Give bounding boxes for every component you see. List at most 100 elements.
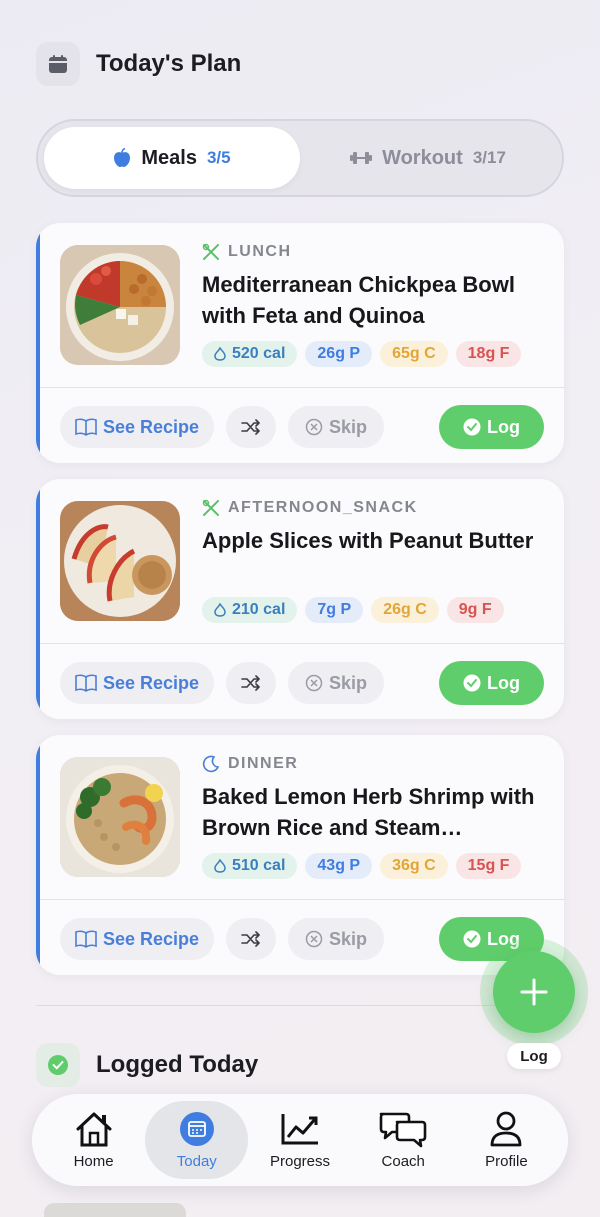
skip-button[interactable]: Skip xyxy=(288,406,384,448)
calories-badge: 520 cal xyxy=(202,341,298,367)
nav-home[interactable]: Home xyxy=(42,1101,145,1179)
home-icon xyxy=(74,1111,114,1147)
swap-meal-button[interactable] xyxy=(226,406,276,448)
carbs-badge: 65g C xyxy=(380,341,448,367)
meal-type-label: LUNCH xyxy=(228,243,292,260)
card-actions: See Recipe Skip Log xyxy=(60,405,544,449)
dumbbell-icon xyxy=(350,151,373,165)
x-circle-icon xyxy=(305,930,323,948)
see-recipe-button[interactable]: See Recipe xyxy=(60,662,214,704)
shuffle-icon xyxy=(241,419,260,435)
log-meal-button[interactable]: Log xyxy=(439,405,544,449)
utensils-icon xyxy=(202,243,219,260)
calories-badge: 210 cal xyxy=(202,597,298,623)
card-divider xyxy=(40,643,564,644)
tab-meals-label: Meals xyxy=(141,146,197,169)
calendar-icon xyxy=(36,42,80,86)
meal-name: Baked Lemon Herb Shrimp with Brown Rice … xyxy=(202,784,535,840)
meal-type-label: AFTERNOON_SNACK xyxy=(228,499,418,516)
macro-pills: 510 cal 43g P 36g C 15g F xyxy=(202,853,529,879)
chat-icon xyxy=(378,1111,428,1147)
flame-icon xyxy=(214,603,226,617)
skip-button[interactable]: Skip xyxy=(288,918,384,960)
flame-icon xyxy=(214,347,226,361)
macro-pills: 520 cal 26g P 65g C 18g F xyxy=(202,341,529,367)
meal-type-label: DINNER xyxy=(228,755,299,772)
swap-meal-button[interactable] xyxy=(226,918,276,960)
tab-workout-count: 3/17 xyxy=(472,148,506,167)
meal-type: LUNCH xyxy=(202,243,292,261)
check-circle-icon xyxy=(36,1043,80,1087)
swap-meal-button[interactable] xyxy=(226,662,276,704)
book-icon xyxy=(75,674,97,692)
shuffle-icon xyxy=(241,931,260,947)
calories-badge: 510 cal xyxy=(202,853,298,879)
page-title: Today's Plan xyxy=(96,50,242,77)
shuffle-icon xyxy=(241,675,260,691)
card-divider xyxy=(40,899,564,900)
card-actions: See Recipe Skip Log xyxy=(60,661,544,705)
protein-badge: 26g P xyxy=(305,341,373,367)
nav-progress[interactable]: Progress xyxy=(248,1101,351,1179)
macro-pills: 210 cal 7g P 26g C 9g F xyxy=(202,597,512,623)
meal-type: AFTERNOON_SNACK xyxy=(202,499,418,517)
nav-label: Coach xyxy=(381,1152,425,1170)
fab-label: Log xyxy=(507,1043,561,1069)
user-icon xyxy=(489,1111,523,1147)
meal-photo xyxy=(60,757,180,877)
meal-card: DINNER Baked Lemon Herb Shrimp with Brow… xyxy=(36,735,564,975)
skip-button[interactable]: Skip xyxy=(288,662,384,704)
x-circle-icon xyxy=(305,418,323,436)
carbs-badge: 36g C xyxy=(380,853,448,879)
carbs-badge: 26g C xyxy=(371,597,439,623)
see-recipe-button[interactable]: See Recipe xyxy=(60,406,214,448)
meal-card: AFTERNOON_SNACK Apple Slices with Peanut… xyxy=(36,479,564,719)
nav-label: Profile xyxy=(485,1152,528,1170)
nav-label: Progress xyxy=(269,1152,331,1170)
logged-section-header: Logged Today xyxy=(36,1043,258,1087)
calendar-icon xyxy=(179,1111,215,1147)
fat-badge: 15g F xyxy=(455,853,522,879)
tab-meals-count: 3/5 xyxy=(206,148,231,167)
logged-title: Logged Today xyxy=(96,1051,259,1078)
see-recipe-button[interactable]: See Recipe xyxy=(60,918,214,960)
book-icon xyxy=(75,418,97,436)
fat-badge: 9g F xyxy=(446,597,504,623)
meal-photo xyxy=(60,245,180,365)
chart-icon xyxy=(280,1111,320,1147)
apple-icon xyxy=(113,148,131,168)
tab-workout[interactable]: Workout 3/17 xyxy=(300,127,556,189)
meal-name: Mediterranean Chickpea Bowl with Feta an… xyxy=(202,272,515,328)
meal-card: LUNCH Mediterranean Chickpea Bowl with F… xyxy=(36,223,564,463)
protein-badge: 43g P xyxy=(305,853,373,879)
tab-meals[interactable]: Meals 3/5 xyxy=(44,127,300,189)
check-circle-icon xyxy=(463,674,481,692)
add-log-button[interactable] xyxy=(493,951,575,1033)
nav-profile[interactable]: Profile xyxy=(455,1101,558,1179)
nav-label: Home xyxy=(73,1152,114,1170)
logged-meal-photo xyxy=(44,1203,186,1217)
check-circle-icon xyxy=(463,418,481,436)
moon-icon xyxy=(202,755,220,773)
meal-photo xyxy=(60,501,180,621)
page-header: Today's Plan xyxy=(36,42,241,86)
plan-tabs: Meals 3/5 Workout 3/17 xyxy=(36,119,564,197)
utensils-icon xyxy=(202,499,219,516)
meal-name: Apple Slices with Peanut Butter xyxy=(202,528,534,553)
nav-coach[interactable]: Coach xyxy=(352,1101,455,1179)
check-circle-icon xyxy=(463,930,481,948)
card-actions: See Recipe Skip Log xyxy=(60,917,544,961)
x-circle-icon xyxy=(305,674,323,692)
meal-type: DINNER xyxy=(202,755,298,773)
plus-icon xyxy=(520,978,548,1006)
protein-badge: 7g P xyxy=(305,597,364,623)
log-meal-button[interactable]: Log xyxy=(439,661,544,705)
nav-today[interactable]: Today xyxy=(145,1101,249,1179)
nav-label: Today xyxy=(176,1152,217,1170)
flame-icon xyxy=(214,859,226,873)
card-divider xyxy=(40,387,564,388)
fat-badge: 18g F xyxy=(455,341,522,367)
book-icon xyxy=(75,930,97,948)
bottom-nav: Home Today Progress Coach Profile xyxy=(32,1094,568,1186)
tab-workout-label: Workout xyxy=(382,146,463,169)
